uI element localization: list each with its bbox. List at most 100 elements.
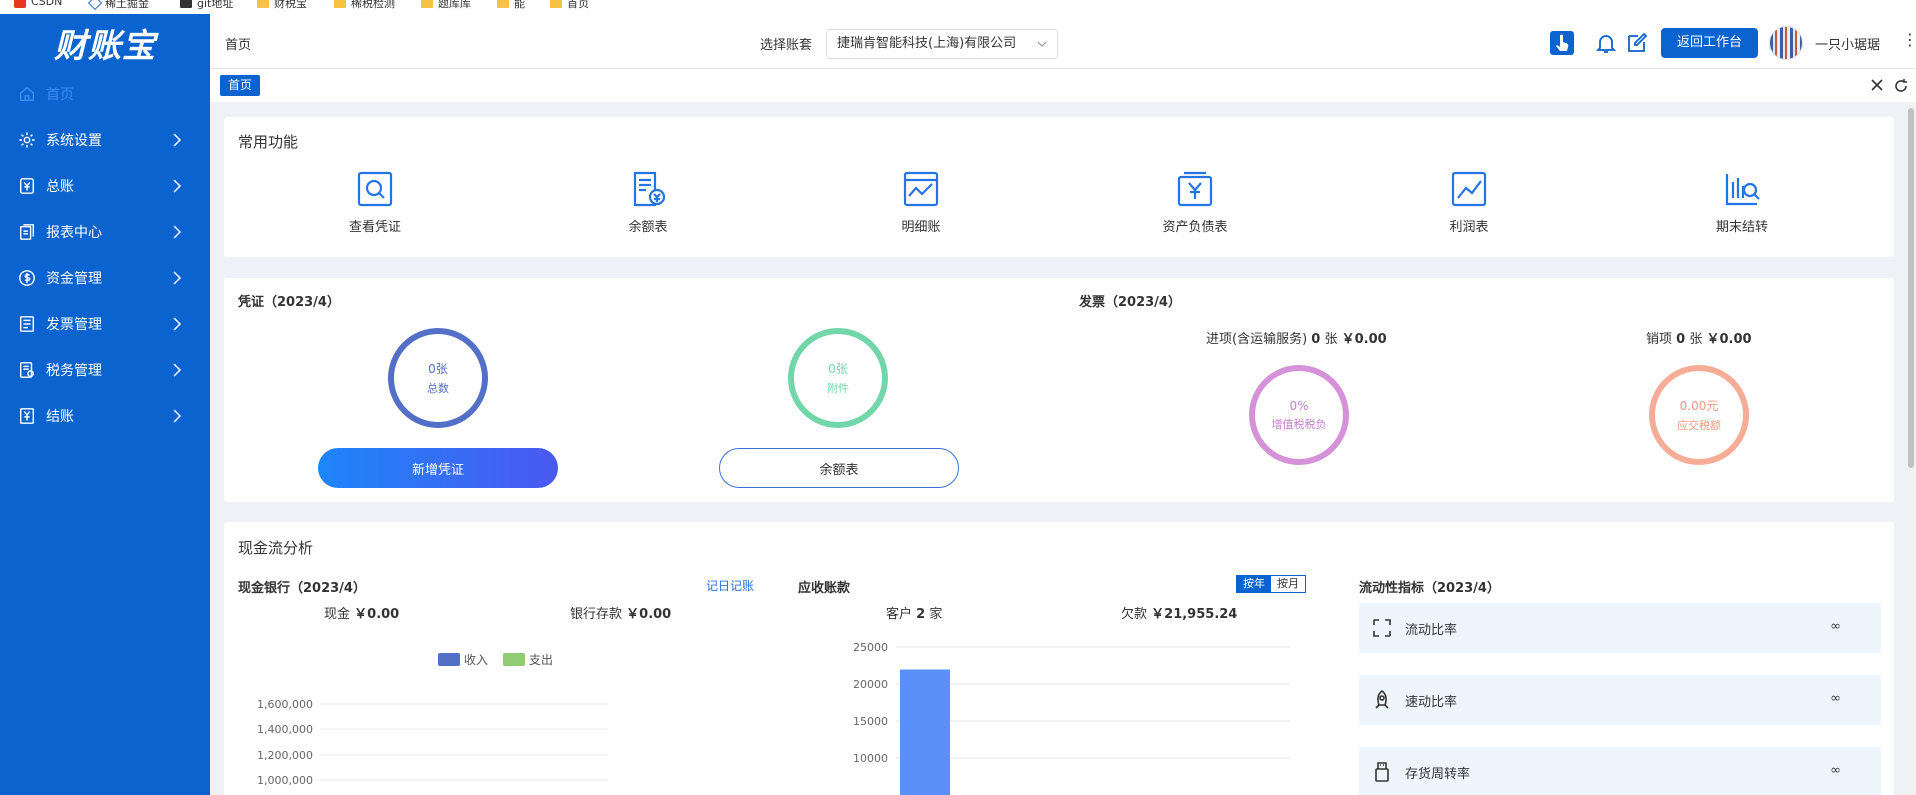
quick-profit-statement[interactable]: 利润表 bbox=[1414, 170, 1524, 235]
y-tick-label: 10000 bbox=[853, 752, 888, 765]
sidebar-item-tax[interactable]: 税务管理 bbox=[0, 347, 210, 393]
legend-swatch bbox=[503, 653, 525, 666]
sidebar-item-reports[interactable]: 报表中心 bbox=[0, 209, 210, 255]
more-icon[interactable]: ⋮ bbox=[1902, 30, 1916, 49]
chevron-right-icon bbox=[173, 179, 182, 193]
input-invoice-summary: 进项(含运输服务) 0 张 ￥0.00 bbox=[1206, 332, 1387, 347]
bookmark-item[interactable]: 稀土掘金 bbox=[87, 0, 149, 11]
sidebar-item-label: 发票管理 bbox=[46, 317, 102, 333]
ledger-icon bbox=[19, 178, 35, 194]
common-functions-card: 常用功能 bbox=[224, 117, 1894, 257]
folder-icon bbox=[550, 0, 562, 8]
tab-bar: 首页 bbox=[210, 69, 1916, 102]
bookmark-item[interactable]: 稀税检测 bbox=[334, 0, 395, 11]
y-tick-label: 15000 bbox=[853, 715, 888, 728]
voucher-attach-ring: 0张 附件 bbox=[788, 328, 888, 428]
sidebar: 财账宝 首页 系统设置 总账 报表中心 资金管理 发票管理 税务管理 结账 bbox=[0, 14, 210, 795]
journal-link[interactable]: 记日记账 bbox=[706, 577, 754, 594]
vat-burden-ring: 0% 增值税税负 bbox=[1249, 365, 1349, 465]
sidebar-item-label: 首页 bbox=[46, 87, 74, 103]
sidebar-item-label: 系统设置 bbox=[46, 133, 102, 149]
scrollbar[interactable] bbox=[1906, 102, 1916, 795]
tax-due-label: 应交税额 bbox=[1677, 419, 1721, 432]
chevron-right-icon bbox=[173, 225, 182, 239]
account-select[interactable]: 捷瑞肯智能科技(上海)有限公司 bbox=[826, 29, 1058, 59]
folder-icon bbox=[180, 0, 192, 8]
quick-detail-ledger[interactable]: 明细账 bbox=[866, 170, 976, 235]
period-close-icon bbox=[1725, 174, 1760, 206]
sidebar-item-funds[interactable]: 资金管理 bbox=[0, 255, 210, 301]
cash-summary: 现金 ￥0.00 bbox=[324, 607, 400, 622]
csdn-icon bbox=[14, 0, 26, 8]
liquidity-inventory-turnover[interactable]: 存货周转率 ∞ bbox=[1359, 747, 1881, 795]
sidebar-item-label: 结账 bbox=[46, 409, 74, 425]
bell-icon[interactable] bbox=[1594, 31, 1618, 55]
sidebar-item-home[interactable]: 首页 bbox=[0, 71, 210, 117]
avatar[interactable] bbox=[1769, 26, 1803, 60]
username[interactable]: 一只小琚琚 bbox=[1815, 34, 1880, 53]
bookmark-item[interactable]: 首页 bbox=[550, 0, 589, 11]
quick-view-voucher[interactable]: 查看凭证 bbox=[320, 170, 430, 235]
close-icon[interactable] bbox=[1870, 78, 1884, 92]
receivable-chart: 25000 20000 15000 10000 bbox=[853, 641, 1290, 795]
refresh-icon[interactable] bbox=[1893, 78, 1909, 94]
bookmark-item[interactable]: 题库库 bbox=[421, 0, 471, 11]
liquidity-current-ratio[interactable]: 流动比率 ∞ bbox=[1359, 603, 1881, 653]
invoice-icon bbox=[19, 316, 35, 332]
quick-balance-sheet[interactable]: 余额表 bbox=[593, 170, 703, 235]
bookmark-item[interactable]: 财税宝 bbox=[257, 0, 307, 11]
quick-period-close[interactable]: 期末结转 bbox=[1687, 170, 1797, 235]
sidebar-item-checkout[interactable]: 结账 bbox=[0, 393, 210, 439]
back-to-workbench-button[interactable]: 返回工作台 bbox=[1661, 28, 1758, 58]
quick-balance-report[interactable]: 资产负债表 bbox=[1140, 170, 1250, 235]
folder-icon bbox=[497, 0, 509, 8]
sidebar-item-settings[interactable]: 系统设置 bbox=[0, 117, 210, 163]
y-tick-label: 1,400,000 bbox=[257, 723, 313, 736]
voucher-attach-label: 附件 bbox=[827, 382, 849, 395]
bookmark-item[interactable]: CSDN bbox=[14, 0, 62, 8]
sidebar-item-invoice[interactable]: 发票管理 bbox=[0, 301, 210, 347]
account-select-value: 捷瑞肯智能科技(上海)有限公司 bbox=[837, 36, 1017, 51]
sidebar-item-ledger[interactable]: 总账 bbox=[0, 163, 210, 209]
toggle-year[interactable]: 按年 bbox=[1237, 576, 1271, 592]
chevron-down-icon bbox=[1037, 41, 1047, 47]
app-logo[interactable]: 财账宝 bbox=[0, 14, 210, 71]
chevron-right-icon bbox=[173, 409, 182, 423]
toggle-month[interactable]: 按月 bbox=[1271, 576, 1305, 592]
bookmark-item[interactable]: 能 bbox=[497, 0, 525, 11]
y-tick-label: 1,600,000 bbox=[257, 698, 313, 711]
bookmark-item[interactable]: git地址 bbox=[180, 0, 233, 11]
liquidity-title: 流动性指标（2023/4） bbox=[1359, 581, 1500, 596]
y-tick-label: 1,200,000 bbox=[257, 749, 313, 762]
view-voucher-icon bbox=[357, 171, 393, 207]
sidebar-item-label: 税务管理 bbox=[46, 363, 102, 379]
voucher-attach-value: 0张 bbox=[828, 362, 848, 376]
y-tick-label: 20000 bbox=[853, 678, 888, 691]
invoice-title: 发票（2023/4） bbox=[1079, 295, 1181, 310]
sidebar-item-label: 资金管理 bbox=[46, 271, 102, 287]
tax-due-ring: 0.00元 应交税额 bbox=[1649, 365, 1749, 465]
touch-icon[interactable] bbox=[1550, 31, 1574, 55]
add-voucher-button[interactable]: 新增凭证 bbox=[318, 448, 558, 488]
scrollbar-thumb[interactable] bbox=[1908, 108, 1914, 468]
home-icon bbox=[19, 86, 35, 102]
debt-summary: 欠款 ￥21,955.24 bbox=[1121, 607, 1238, 622]
breadcrumb[interactable]: 首页 bbox=[225, 34, 251, 53]
liquidity-quick-ratio[interactable]: 速动比率 ∞ bbox=[1359, 675, 1881, 725]
report-icon bbox=[19, 224, 35, 240]
edit-icon[interactable] bbox=[1625, 31, 1649, 55]
bar bbox=[900, 669, 950, 795]
voucher-total-label: 总数 bbox=[427, 382, 449, 395]
period-toggle[interactable]: 按年 按月 bbox=[1236, 575, 1306, 593]
deposit-summary: 银行存款 ￥0.00 bbox=[570, 607, 672, 622]
balance-table-button[interactable]: 余额表 bbox=[719, 448, 959, 488]
profit-chart-icon bbox=[1451, 171, 1487, 207]
tab-home[interactable]: 首页 bbox=[220, 75, 261, 96]
legend-label: 收入 bbox=[464, 653, 488, 667]
y-tick-label: 1,000,000 bbox=[257, 774, 313, 787]
rocket-icon bbox=[1375, 689, 1389, 709]
asset-liability-icon bbox=[1177, 171, 1213, 207]
cash-bank-chart: 收入 支出 1,600,000 1,400,000 1,200,000 1,000,000 bbox=[257, 653, 608, 787]
tax-due-value: 0.00元 bbox=[1679, 399, 1719, 413]
voucher-total-value: 0张 bbox=[428, 362, 448, 376]
